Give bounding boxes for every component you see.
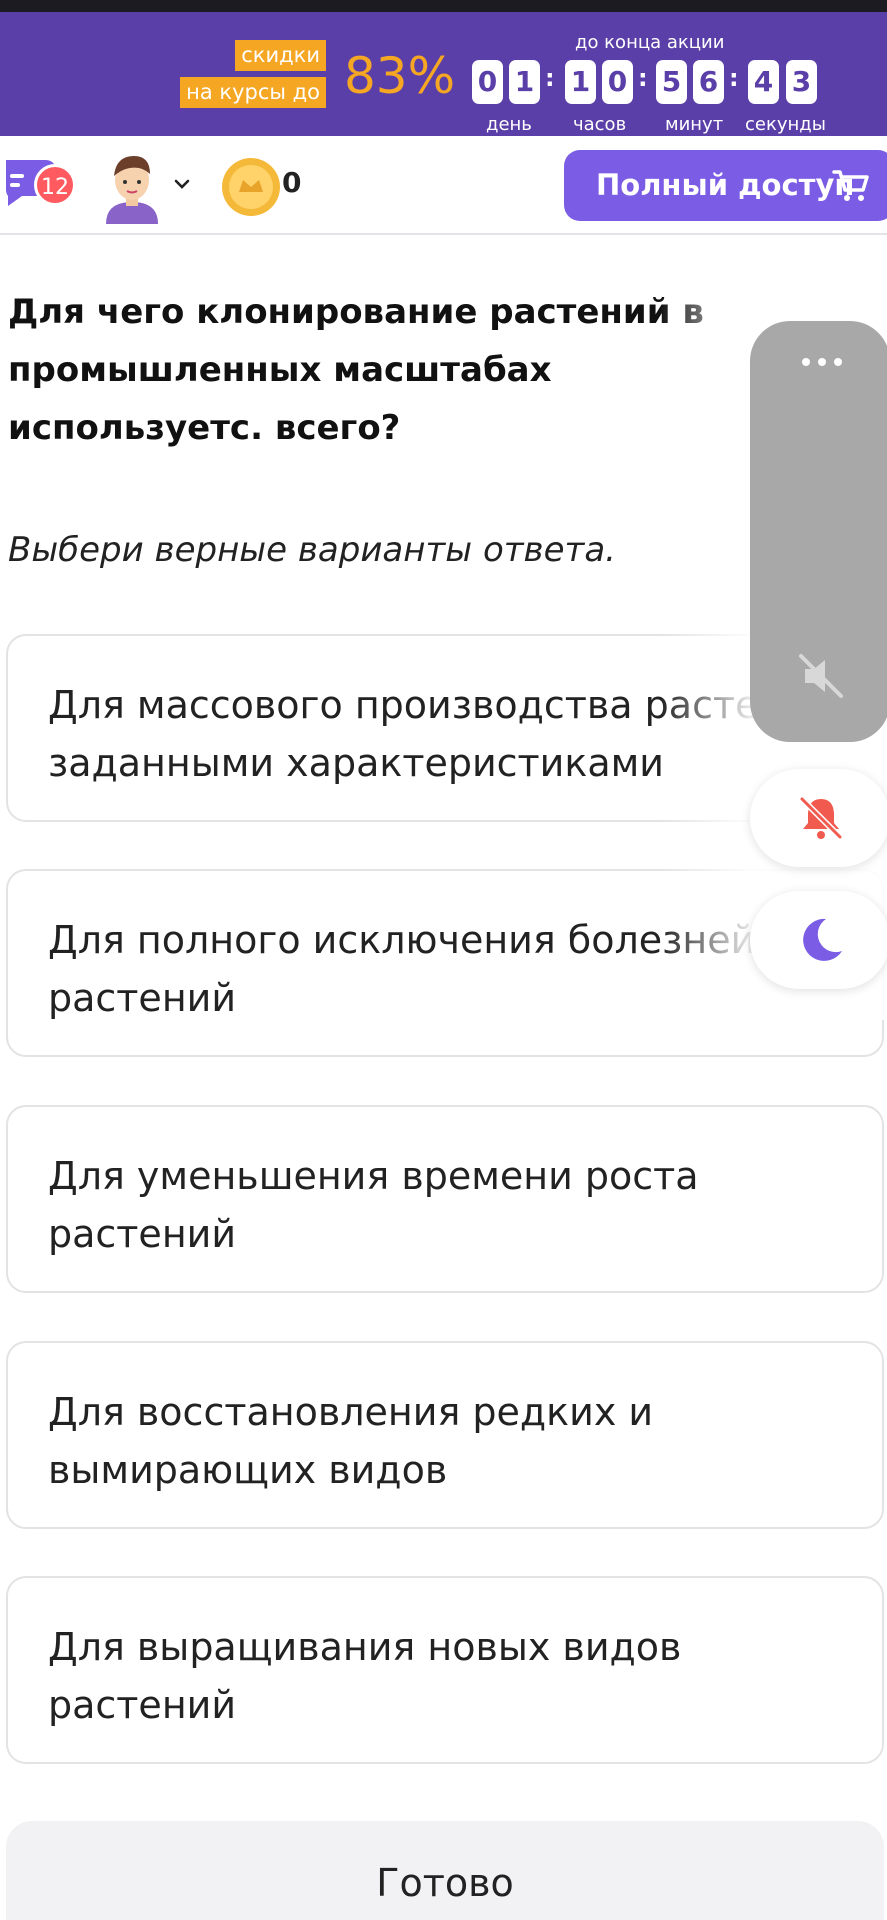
countdown-digit: 4: [748, 60, 779, 104]
countdown-title: до конца акции: [575, 32, 725, 53]
done-button[interactable]: Готово: [6, 1821, 884, 1920]
moon-icon: [803, 918, 842, 961]
top-header: 12 0 Полный доступ: [0, 136, 887, 235]
countdown-digit: 6: [693, 60, 724, 104]
cart-icon: [832, 170, 869, 201]
answer-option[interactable]: Для уменьшения времени роста растений: [6, 1105, 884, 1293]
countdown-digit: 0: [602, 60, 633, 104]
dnd-bell-button[interactable]: [750, 769, 887, 867]
countdown-separator: :: [638, 64, 648, 92]
answer-option-label: Для уменьшения времени роста растений: [48, 1154, 699, 1256]
chevron-down-icon[interactable]: [172, 174, 192, 194]
full-access-label: Полный доступ: [596, 168, 855, 202]
countdown-unit-seconds: секунды: [745, 114, 826, 135]
avatar[interactable]: [100, 150, 164, 224]
promo-banner[interactable]: скидки на курсы до 83% до конца акции 0 …: [0, 12, 887, 136]
bell-off-icon: [799, 796, 843, 840]
countdown-separator: :: [545, 64, 555, 92]
countdown-digit: 1: [509, 60, 540, 104]
promo-percent: 83%: [344, 47, 456, 105]
answer-option-label: Для восстановления редких и вымирающих в…: [48, 1390, 654, 1492]
mute-icon[interactable]: [795, 650, 847, 702]
countdown-unit-days: день: [486, 114, 532, 135]
answer-option[interactable]: Для выращивания новых видов растений: [6, 1576, 884, 1764]
promo-tag-courses: на курсы до: [180, 77, 326, 108]
answer-option-label: Для выращивания новых видов растений: [48, 1625, 682, 1727]
answer-option[interactable]: Для восстановления редких и вымирающих в…: [6, 1341, 884, 1529]
avatar-icon: [106, 156, 158, 224]
countdown-digit: 0: [472, 60, 503, 104]
countdown-digit: 1: [565, 60, 596, 104]
more-dots-icon[interactable]: [800, 356, 844, 368]
countdown-separator: :: [729, 64, 739, 92]
coin-icon: [222, 158, 280, 216]
countdown-digit: 3: [786, 60, 817, 104]
countdown-unit-minutes: минут: [665, 114, 724, 135]
question-text: Для чего клонирование растений в промышл…: [8, 292, 704, 448]
promo-tag-discount: скидки: [235, 40, 326, 71]
countdown-digit: 5: [656, 60, 687, 104]
chat-badge: 12: [34, 164, 76, 206]
question-instruction: Выбери верные варианты ответа.: [8, 530, 616, 570]
chat-button[interactable]: 12: [0, 154, 76, 210]
dark-mode-button[interactable]: [750, 891, 887, 989]
coin-count: 0: [282, 166, 302, 199]
status-bar: [0, 0, 887, 12]
countdown-unit-hours: часов: [573, 114, 627, 135]
